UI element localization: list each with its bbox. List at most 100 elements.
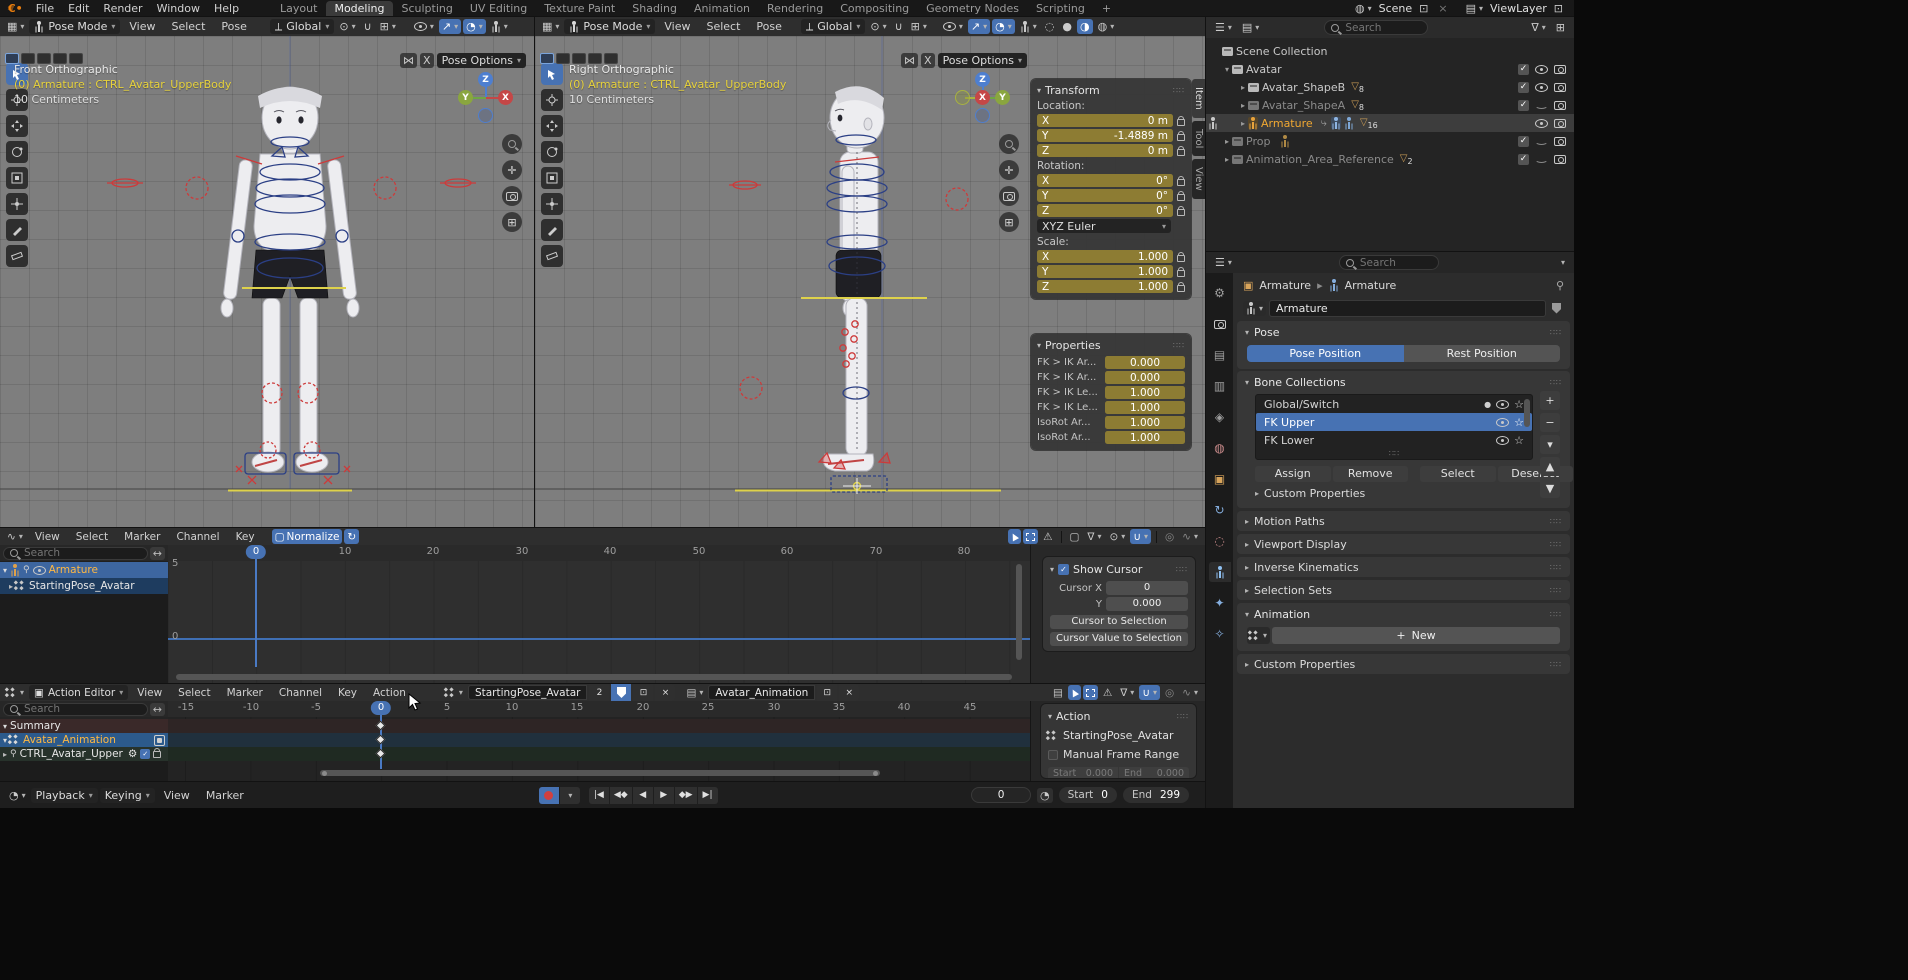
pose-options-dropdown[interactable]: Pose Options xyxy=(938,53,1027,68)
scale-y-field[interactable]: Y1.000 xyxy=(1037,265,1173,278)
collection-row-fk-lower[interactable]: FK Lower ☆ xyxy=(1256,431,1532,449)
editor-mode-dropdown[interactable]: ▣ Action Editor xyxy=(29,685,128,700)
lock-icon[interactable] xyxy=(1177,194,1185,201)
tab-tool-icon[interactable]: ⚙ xyxy=(1209,283,1231,303)
channel-search[interactable] xyxy=(3,547,148,560)
slot-badge-icon[interactable] xyxy=(154,735,165,746)
action-browse-icon[interactable] xyxy=(1247,627,1270,644)
fake-user-shield-icon[interactable] xyxy=(1549,301,1564,316)
tool-move[interactable] xyxy=(6,115,28,137)
proportional-edit-icon[interactable]: ◎ xyxy=(1162,529,1177,544)
location-z-field[interactable]: Z0 m xyxy=(1037,144,1173,157)
graph-ruler[interactable]: 10 20 30 40 50 60 70 80 0 xyxy=(168,545,1030,561)
tool-transform[interactable] xyxy=(6,193,28,215)
panel-custom-properties[interactable]: Custom Properties∷∷ xyxy=(1237,654,1570,674)
disclosure-icon[interactable]: ▸ xyxy=(1238,101,1248,110)
viewport-front-canvas[interactable]: ⋈ X Pose Options Front Orthographic (0) … xyxy=(0,36,534,528)
select-menu[interactable]: Select xyxy=(171,687,217,699)
tool-scale[interactable] xyxy=(6,167,28,189)
outliner-row-avatar-shapea[interactable]: ▸ Avatar_ShapeA ▽8 ✓ xyxy=(1206,96,1574,114)
armature-name-field[interactable]: Armature xyxy=(1269,300,1546,317)
viewport-right-canvas[interactable]: ⋈ X Pose Options Right Orthographic (0) … xyxy=(535,36,1205,528)
snap-settings-icon[interactable]: ⊞ xyxy=(377,19,399,34)
disclosure-icon[interactable]: ▸ xyxy=(1222,155,1232,164)
pivot-point-icon[interactable]: ⊙ xyxy=(336,19,358,34)
workspace-tab-sculpting[interactable]: Sculpting xyxy=(394,1,461,16)
remove-button[interactable]: Remove xyxy=(1333,466,1409,482)
select-menu[interactable]: Select xyxy=(699,20,747,33)
toggle-1-icon[interactable] xyxy=(556,53,570,64)
grid-toggle-icon[interactable]: ⊞ xyxy=(999,212,1019,232)
blender-logo-icon[interactable]: €• xyxy=(8,2,23,15)
cursor-y-field[interactable]: 0.000 xyxy=(1106,597,1188,611)
camera-view-icon[interactable] xyxy=(502,186,522,206)
tool-transform[interactable] xyxy=(541,193,563,215)
key-menu[interactable]: Key xyxy=(331,687,364,699)
workspace-tab-animation[interactable]: Animation xyxy=(686,1,758,16)
workspace-tab-shading[interactable]: Shading xyxy=(624,1,685,16)
key-menu[interactable]: Key xyxy=(229,531,262,543)
tool-rotate[interactable] xyxy=(541,141,563,163)
gizmos-icon[interactable]: ↗ xyxy=(968,19,990,34)
current-frame-indicator[interactable]: 0 xyxy=(371,701,391,715)
favorite-star-icon[interactable]: ☆ xyxy=(1514,416,1524,429)
show-cursor-header[interactable]: ✓ Show Cursor∷∷ xyxy=(1050,562,1188,576)
next-keyframe-button[interactable]: ◆▶ xyxy=(675,787,697,804)
expand-icon[interactable]: ↔ xyxy=(150,703,165,716)
render-camera-icon[interactable] xyxy=(1554,155,1566,164)
channel-ctrl-avatar-upper[interactable]: ▸ ⚲ CTRL_Avatar_Upper ⚙ ✓ xyxy=(0,747,168,761)
gizmo-y-axis[interactable]: Y xyxy=(458,90,473,105)
cursor-to-selection-button[interactable]: Cursor to Selection xyxy=(1050,615,1188,629)
exclude-checkbox[interactable]: ✓ xyxy=(1518,154,1529,165)
properties-search[interactable] xyxy=(1339,255,1439,270)
workspace-tab-rendering[interactable]: Rendering xyxy=(759,1,831,16)
menu-window[interactable]: Window xyxy=(150,2,207,15)
visibility-eye-icon[interactable] xyxy=(1496,436,1509,445)
add-collection-button[interactable]: + xyxy=(1540,391,1560,410)
pan-icon[interactable]: ✛ xyxy=(502,160,522,180)
keying-dropdown[interactable]: Keying xyxy=(100,788,155,803)
slot-pin-icon[interactable]: ▤ xyxy=(1050,685,1066,700)
toggle-xray-icon[interactable] xyxy=(540,53,554,64)
x-axis-toggle[interactable]: X xyxy=(921,53,935,68)
lock-icon[interactable] xyxy=(1177,149,1185,156)
graph-playhead[interactable] xyxy=(255,545,257,667)
workspace-tab-texture-paint[interactable]: Texture Paint xyxy=(536,1,623,16)
normalize-refresh-icon[interactable]: ↻ xyxy=(344,529,359,544)
mode-dropdown[interactable]: Pose Mode xyxy=(564,19,655,34)
easing-icon[interactable]: ∿ xyxy=(1179,529,1201,544)
move-up-button[interactable]: ▲ xyxy=(1540,457,1560,476)
disclosure-icon[interactable]: ▸ xyxy=(1238,83,1248,92)
render-camera-icon[interactable] xyxy=(1554,137,1566,146)
pan-icon[interactable]: ✛ xyxy=(999,160,1019,180)
manual-frame-range-checkbox[interactable] xyxy=(1048,750,1058,760)
outliner-row-animation-area-reference[interactable]: ▸ Animation_Area_Reference ▽2 ✓ xyxy=(1206,150,1574,168)
view-frame-icon[interactable]: ▢ xyxy=(1067,529,1083,544)
slot-name-field[interactable]: Avatar_Animation xyxy=(708,685,815,700)
channel-region-empty[interactable] xyxy=(0,594,168,684)
tool-scale[interactable] xyxy=(541,167,563,189)
end-frame-field[interactable]: End299 xyxy=(1123,787,1189,803)
select-button[interactable]: Select xyxy=(1420,466,1496,482)
channel-lock-icon[interactable] xyxy=(153,751,161,758)
zoom-icon[interactable] xyxy=(999,134,1019,154)
snap-magnet-icon[interactable]: ∪ xyxy=(892,19,906,34)
influence-checkbox[interactable]: ✓ xyxy=(140,749,150,759)
move-down-button[interactable]: ▼ xyxy=(1540,479,1560,498)
exclude-checkbox[interactable]: ✓ xyxy=(1518,82,1529,93)
snap-settings-icon[interactable]: ⊞ xyxy=(908,19,930,34)
favorite-star-icon[interactable]: ☆ xyxy=(1514,434,1524,447)
motion-tracking-icon[interactable]: ◔ xyxy=(463,19,486,34)
tab-constraints-icon[interactable]: ↻ xyxy=(1209,500,1231,520)
filter-icon[interactable]: ∇ xyxy=(1084,529,1104,544)
filter-icon[interactable]: ∇ xyxy=(1117,685,1137,700)
rest-position-button[interactable]: Rest Position xyxy=(1404,345,1561,362)
lock-icon[interactable] xyxy=(1177,209,1185,216)
tool-measure[interactable] xyxy=(541,245,563,267)
collection-row-fk-upper[interactable]: FK Upper ☆ xyxy=(1256,413,1532,431)
armature-overlay-icon[interactable] xyxy=(1017,19,1040,34)
properties-panel-header[interactable]: Properties∷∷ xyxy=(1037,338,1185,352)
view-menu[interactable]: View xyxy=(657,20,697,33)
overlays-icon[interactable] xyxy=(411,19,437,34)
select-menu[interactable]: Select xyxy=(164,20,212,33)
